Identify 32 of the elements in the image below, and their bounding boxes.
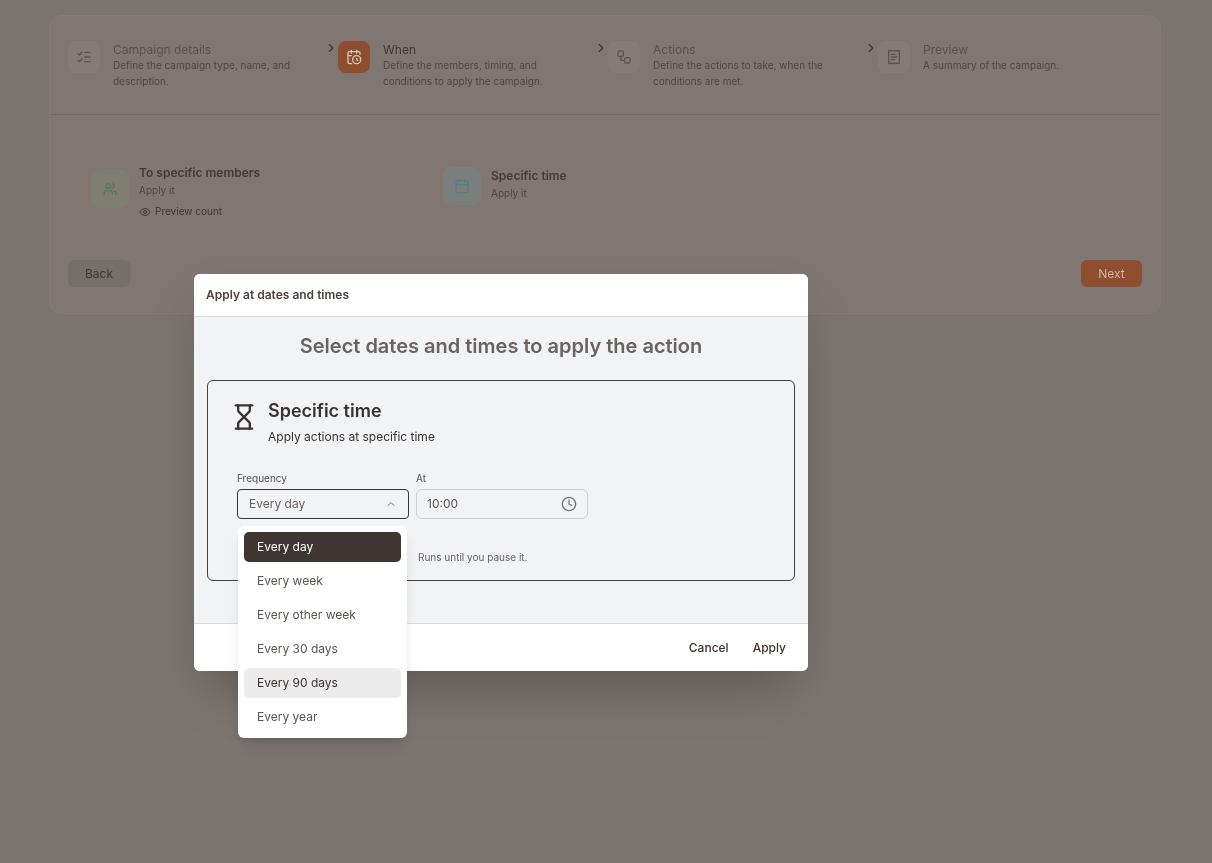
step-badge[interactable]: [68, 41, 100, 73]
option-title: To specific members: [139, 164, 261, 182]
menu-option[interactable]: Every 90 days: [244, 668, 401, 698]
option-title: Specific time: [491, 167, 567, 185]
card-title: Specific time: [268, 399, 383, 423]
frequency-select[interactable]: Every day: [237, 489, 409, 519]
field-label: Frequency: [237, 471, 288, 486]
menu-option[interactable]: Every other week: [244, 600, 401, 630]
menu-option[interactable]: Every week: [244, 566, 401, 596]
calendar-clock-icon: [346, 49, 362, 65]
apply-button[interactable]: Apply: [742, 631, 796, 664]
step-badge[interactable]: [878, 41, 910, 73]
step-title: When: [383, 43, 417, 57]
menu-option[interactable]: Every year: [244, 702, 401, 732]
run-note: Runs until you pause it.: [418, 551, 528, 563]
users-icon: [103, 182, 117, 196]
card-subtitle: Apply actions at specific time: [268, 428, 435, 446]
field-label: At: [416, 471, 427, 486]
dialog-title: Apply at dates and times: [206, 286, 349, 304]
step-badge[interactable]: [338, 41, 370, 73]
receipt-icon: [886, 49, 902, 65]
workflow-icon: [616, 49, 632, 65]
eye-icon: [139, 205, 151, 218]
cancel-button[interactable]: Cancel: [678, 631, 739, 664]
calendar-icon: [454, 178, 470, 194]
step-badge[interactable]: [608, 41, 640, 73]
list-icon: [76, 49, 92, 65]
dialog-heading: Select dates and times to apply the action: [298, 333, 704, 360]
menu-option[interactable]: Every 30 days: [244, 634, 401, 664]
menu-option[interactable]: Every day: [244, 532, 401, 562]
clock-icon: [561, 496, 577, 512]
time-field[interactable]: 10:00: [416, 489, 588, 519]
